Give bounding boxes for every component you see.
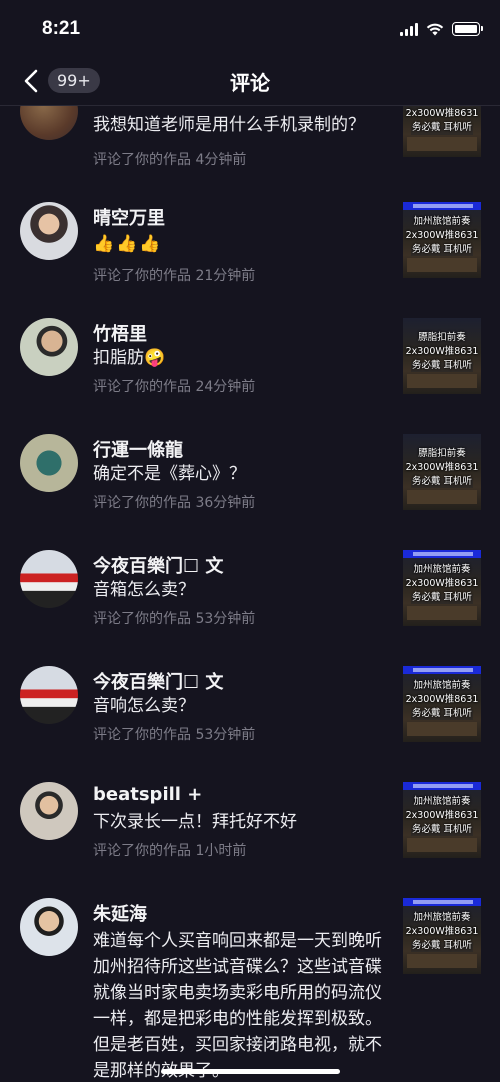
thumbnail-caption: 膘脂扣前奏: [418, 448, 466, 459]
video-thumbnail[interactable]: 加州旅馆前奏 2x300W推8631 务必戴 耳机听: [403, 782, 481, 858]
video-thumbnail[interactable]: 加州旅馆前奏 2x300W推8631 务必戴 耳机听: [403, 898, 481, 974]
comment-text: 👍👍👍: [93, 234, 163, 254]
cellular-signal-icon: [400, 22, 418, 36]
avatar[interactable]: [20, 550, 78, 608]
video-thumbnail[interactable]: 膘脂扣前奏 2x300W推8631 务必戴 耳机听: [403, 434, 481, 510]
comment-item[interactable]: 晴空万里 👍👍👍 评论了你的作品 21分钟前 加州旅馆前奏 2x300W推863…: [0, 194, 500, 294]
thumbnail-caption: 务必戴 耳机听: [411, 476, 473, 487]
comment-text: 下次录长一点！拜托好不好: [93, 812, 297, 832]
commenter-name[interactable]: 晴空万里: [93, 204, 165, 230]
video-thumbnail[interactable]: 膘脂扣前奏 2x300W推8631 务必戴 耳机听: [403, 318, 481, 394]
comment-meta: 评论了你的作品 24分钟前: [93, 379, 256, 395]
status-bar: 8:21: [0, 0, 500, 56]
thumbnail-caption: 2x300W推8631: [405, 810, 479, 821]
avatar[interactable]: [20, 318, 78, 376]
commenter-name[interactable]: 行運一條龍: [93, 436, 183, 462]
commenter-name[interactable]: 今夜百樂门☐ 文: [93, 668, 223, 694]
thumbnail-caption: 2x300W推8631: [405, 578, 479, 589]
comment-text: 我想知道老师是用什么手机录制的？: [93, 115, 365, 135]
thumbnail-caption: 2x300W推8631: [405, 694, 479, 705]
commenter-name[interactable]: 朱延海: [93, 900, 147, 926]
thumbnail-caption: 2x300W推8631: [405, 462, 479, 473]
avatar[interactable]: [20, 202, 78, 260]
comment-meta: 评论了你的作品 36分钟前: [93, 495, 256, 511]
status-icons: [400, 22, 483, 36]
battery-icon: [452, 22, 483, 36]
thumbnail-caption: 务必戴 耳机听: [411, 708, 473, 719]
thumbnail-caption: 务必戴 耳机听: [411, 244, 473, 255]
comment-item[interactable]: 行運一條龍 确定不是《葬心》？ 评论了你的作品 36分钟前 膘脂扣前奏 2x30…: [0, 426, 500, 526]
comment-text: 难道每个人买音响回来都是一天到晚听加州招待所这些试音碟么？这些试音碟就像当时家电…: [93, 931, 382, 1081]
video-thumbnail[interactable]: 2x300W推8631 务必戴 耳机听: [403, 106, 481, 157]
thumbnail-caption: 务必戴 耳机听: [411, 122, 473, 133]
video-thumbnail[interactable]: 加州旅馆前奏 2x300W推8631 务必戴 耳机听: [403, 666, 481, 742]
comment-text: 确定不是《葬心》？: [93, 464, 246, 484]
thumbnail-caption: 加州旅馆前奏: [413, 216, 471, 227]
comment-meta: 评论了你的作品 53分钟前: [93, 727, 256, 743]
avatar[interactable]: [20, 434, 78, 492]
thumbnail-caption: 2x300W推8631: [405, 230, 479, 241]
status-time: 8:21: [42, 18, 81, 39]
comment-item[interactable]: 我想知道老师是用什么手机录制的？ 评论了你的作品 4分钟前 2x300W推863…: [0, 106, 500, 172]
thumbnail-caption: 加州旅馆前奏: [413, 564, 471, 575]
thumbnail-caption: 2x300W推8631: [405, 108, 479, 119]
comment-list[interactable]: 我想知道老师是用什么手机录制的？ 评论了你的作品 4分钟前 2x300W推863…: [0, 106, 500, 1082]
commenter-name[interactable]: beatspill +: [93, 784, 202, 805]
avatar[interactable]: [20, 666, 78, 724]
nav-bar: 99+ 评论: [0, 56, 500, 106]
home-indicator[interactable]: [161, 1069, 340, 1074]
thumbnail-caption: 加州旅馆前奏: [413, 796, 471, 807]
comment-meta: 评论了你的作品 21分钟前: [93, 268, 256, 284]
comment-text: 扣脂肪🤪: [93, 348, 166, 368]
page-title: 评论: [230, 71, 270, 95]
thumbnail-caption: 务必戴 耳机听: [411, 592, 473, 603]
wifi-icon: [426, 23, 444, 36]
video-thumbnail[interactable]: 加州旅馆前奏 2x300W推8631 务必戴 耳机听: [403, 202, 481, 278]
comment-text: 音箱怎么卖？: [93, 580, 195, 600]
comment-meta: 评论了你的作品 1小时前: [93, 843, 247, 859]
comment-item[interactable]: 今夜百樂门☐ 文 音响怎么卖？ 评论了你的作品 53分钟前 加州旅馆前奏 2x3…: [0, 658, 500, 758]
comment-text: 音响怎么卖？: [93, 696, 195, 716]
comment-item[interactable]: 今夜百樂门☐ 文 音箱怎么卖？ 评论了你的作品 53分钟前 加州旅馆前奏 2x3…: [0, 542, 500, 642]
thumbnail-caption: 2x300W推8631: [405, 926, 479, 937]
avatar[interactable]: [20, 898, 78, 956]
thumbnail-caption: 务必戴 耳机听: [411, 824, 473, 835]
thumbnail-caption: 2x300W推8631: [405, 346, 479, 357]
comment-item[interactable]: 朱延海 难道每个人买音响回来都是一天到晚听加州招待所这些试音碟么？这些试音碟就像…: [0, 890, 500, 1082]
avatar[interactable]: [20, 106, 78, 140]
thumbnail-caption: 加州旅馆前奏: [413, 680, 471, 691]
comment-item[interactable]: beatspill + 下次录长一点！拜托好不好 评论了你的作品 1小时前 加州…: [0, 774, 500, 874]
comment-item[interactable]: 竹梧里 扣脂肪🤪 评论了你的作品 24分钟前 膘脂扣前奏 2x300W推8631…: [0, 310, 500, 410]
commenter-name[interactable]: 今夜百樂门☐ 文: [93, 552, 223, 578]
video-thumbnail[interactable]: 加州旅馆前奏 2x300W推8631 务必戴 耳机听: [403, 550, 481, 626]
thumbnail-caption: 务必戴 耳机听: [411, 360, 473, 371]
commenter-name[interactable]: 竹梧里: [93, 320, 147, 346]
comment-meta: 评论了你的作品 53分钟前: [93, 611, 256, 627]
comment-meta: 评论了你的作品 4分钟前: [93, 152, 247, 168]
thumbnail-caption: 务必戴 耳机听: [411, 940, 473, 951]
avatar[interactable]: [20, 782, 78, 840]
thumbnail-caption: 加州旅馆前奏: [413, 912, 471, 923]
thumbnail-caption: 膘脂扣前奏: [418, 332, 466, 343]
